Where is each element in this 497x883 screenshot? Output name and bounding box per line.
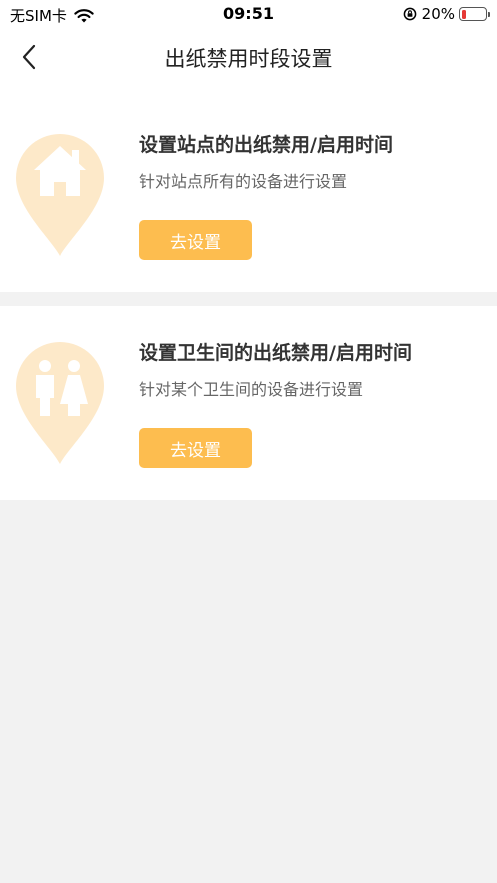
restroom-location-pin-icon xyxy=(16,342,104,464)
go-settings-site-button[interactable]: 去设置 xyxy=(139,220,252,260)
card-title: 设置站点的出纸禁用/启用时间 xyxy=(139,134,393,156)
status-bar: 无SIM卡 09:51 20% xyxy=(0,0,497,28)
battery-percentage: 20% xyxy=(421,5,455,23)
restroom-settings-card: 设置卫生间的出纸禁用/启用时间 针对某个卫生间的设备进行设置 去设置 xyxy=(0,306,497,500)
go-settings-restroom-button[interactable]: 去设置 xyxy=(139,428,252,468)
site-settings-card: 设置站点的出纸禁用/启用时间 针对站点所有的设备进行设置 去设置 xyxy=(0,86,497,292)
battery-level xyxy=(461,9,467,19)
card-description: 针对站点所有的设备进行设置 xyxy=(139,172,348,191)
card-title: 设置卫生间的出纸禁用/启用时间 xyxy=(139,342,412,364)
screen: 无SIM卡 09:51 20% 出纸禁用时段设置 设置站点的出纸禁用/启用时间 … xyxy=(0,0,497,883)
card-description: 针对某个卫生间的设备进行设置 xyxy=(139,380,364,399)
orientation-lock-icon xyxy=(403,7,417,21)
battery-icon xyxy=(459,7,490,21)
status-right: 20% xyxy=(403,5,490,23)
nav-bar: 出纸禁用时段设置 xyxy=(0,28,497,86)
page-title: 出纸禁用时段设置 xyxy=(164,47,333,71)
house-location-pin-icon xyxy=(16,134,104,256)
